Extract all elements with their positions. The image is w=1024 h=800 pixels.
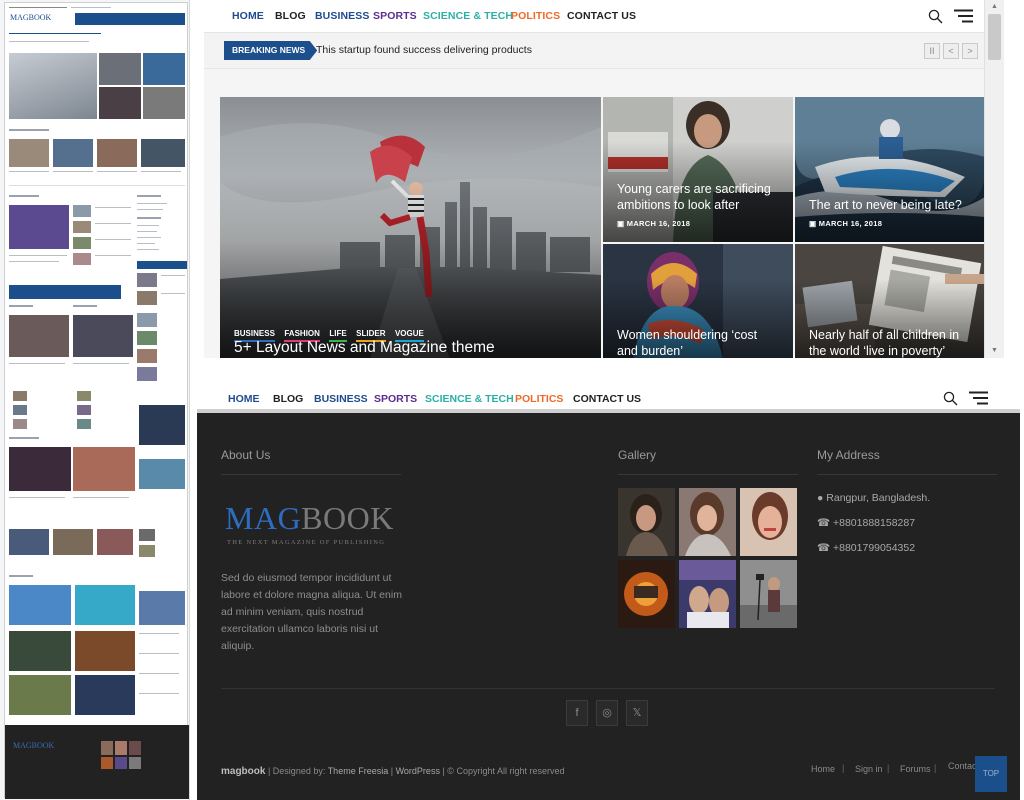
tile-1-date: ▣ MARCH 16, 2018 bbox=[617, 219, 691, 228]
footer-page-view: HOME BLOG BUSINESS SPORTS SCIENCE & TECH… bbox=[197, 380, 1020, 800]
calendar-icon: ▣ bbox=[617, 219, 627, 228]
nav-science-tech[interactable]: SCIENCE & TECH bbox=[423, 10, 513, 22]
about-us-heading: About Us bbox=[221, 448, 271, 462]
hero-title[interactable]: 5+ Layout News and Magazine theme bbox=[234, 339, 495, 357]
thumbnail-footer-logo: MAGBOOK bbox=[13, 741, 55, 750]
top-page-view: HOME BLOG BUSINESS SPORTS SCIENCE & TECH… bbox=[204, 0, 1004, 358]
nav-business[interactable]: BUSINESS bbox=[315, 10, 369, 22]
feature-tile-3[interactable]: Women shouldering ‘cost and burden’ bbox=[603, 244, 793, 358]
breaking-news-bar: BREAKING NEWS This startup found success… bbox=[204, 33, 1004, 69]
nav-contact-us[interactable]: CONTACT US bbox=[573, 393, 641, 405]
address-phone-1[interactable]: ☎ +8801888158287 bbox=[817, 517, 915, 529]
footer-link-home[interactable]: Home bbox=[811, 764, 835, 774]
footer-divider bbox=[221, 688, 995, 689]
page-thumbnail-preview: MAGBOOK MAGBOOK bbox=[0, 0, 190, 800]
divider bbox=[221, 474, 401, 475]
footer-link-separator: | bbox=[887, 763, 890, 773]
footer-link-separator: | bbox=[842, 763, 845, 773]
nav-contact-us[interactable]: CONTACT US bbox=[567, 10, 636, 22]
sticky-navigation: HOME BLOG BUSINESS SPORTS SCIENCE & TECH… bbox=[197, 380, 1020, 413]
tile-2-date: ▣ MARCH 16, 2018 bbox=[809, 219, 883, 228]
nav-business[interactable]: BUSINESS bbox=[314, 393, 368, 405]
divider bbox=[817, 474, 997, 475]
feature-tile-4[interactable]: Nearly half of all children in the world… bbox=[795, 244, 985, 358]
tile-3-caption: Women shouldering ‘cost and burden’ bbox=[617, 328, 758, 358]
phone-icon: ☎ bbox=[817, 517, 833, 529]
breaking-news-headline[interactable]: This startup found success delivering pr… bbox=[316, 44, 532, 56]
footer-link-forums[interactable]: Forums bbox=[900, 764, 931, 774]
gallery-image-6[interactable] bbox=[740, 560, 797, 628]
scroll-down-arrow-icon[interactable]: ▼ bbox=[991, 347, 998, 354]
gallery-image-1[interactable] bbox=[618, 488, 675, 556]
nav-politics[interactable]: POLITICS bbox=[515, 393, 563, 405]
back-to-top-button[interactable]: TOP bbox=[975, 756, 1007, 792]
address-phone-2[interactable]: ☎ +8801799054352 bbox=[817, 542, 915, 554]
gallery-heading: Gallery bbox=[618, 448, 657, 462]
feature-tile-2[interactable]: The art to never being late? ▣ MARCH 16,… bbox=[795, 97, 985, 242]
about-us-text: Sed do eiusmod tempor incididunt ut labo… bbox=[221, 572, 402, 652]
x-twitter-icon[interactable]: 𝕏 bbox=[626, 700, 648, 726]
ticker-next-button[interactable]: > bbox=[962, 43, 978, 59]
thumbnail-logo: MAGBOOK bbox=[10, 13, 52, 22]
tile-2-caption: The art to never being late? bbox=[809, 198, 962, 212]
hero-feature-tile[interactable]: BUSINESS FASHION LIFE SLIDER VOGUE 5+ La… bbox=[220, 97, 601, 358]
menu-icon[interactable] bbox=[967, 391, 989, 405]
divider bbox=[618, 474, 798, 475]
tile-1-caption: Young carers are sacrificing ambitions t… bbox=[617, 182, 771, 212]
scrollbar-thumb[interactable] bbox=[988, 14, 1001, 60]
nav-blog[interactable]: BLOG bbox=[273, 393, 303, 405]
search-icon[interactable] bbox=[943, 391, 958, 406]
nav-blog[interactable]: BLOG bbox=[275, 10, 306, 22]
gallery-image-3[interactable] bbox=[740, 488, 797, 556]
nav-home[interactable]: HOME bbox=[228, 393, 260, 405]
map-marker-icon: ● bbox=[817, 492, 827, 504]
address-location: ● Rangpur, Bangladesh. bbox=[817, 492, 931, 504]
vertical-scrollbar[interactable]: ▲ ▼ bbox=[984, 0, 1004, 358]
facebook-icon[interactable]: f bbox=[566, 700, 588, 726]
footer-logo[interactable]: MAGBOOK bbox=[225, 500, 394, 537]
ticker-pause-button[interactable]: II bbox=[924, 43, 940, 59]
nav-sports[interactable]: SPORTS bbox=[373, 10, 417, 22]
gallery-image-2[interactable] bbox=[679, 488, 736, 556]
thumbnail-page: MAGBOOK MAGBOOK bbox=[4, 2, 189, 799]
nav-home[interactable]: HOME bbox=[232, 10, 264, 22]
search-icon[interactable] bbox=[928, 9, 943, 24]
nav-science-tech[interactable]: SCIENCE & TECH bbox=[425, 393, 514, 405]
credits-wordpress-link[interactable]: WordPress bbox=[396, 766, 440, 776]
ticker-prev-button[interactable]: < bbox=[943, 43, 959, 59]
footer-logo-tagline: THE NEXT MAGAZINE OF PUBLISHING bbox=[227, 539, 386, 546]
footer-credits: magbook | Designed by: Theme Freesia | W… bbox=[221, 766, 565, 777]
credits-theme-link[interactable]: Theme Freesia bbox=[328, 766, 389, 776]
tile-4-caption: Nearly half of all children in the world… bbox=[809, 328, 960, 358]
gallery-image-4[interactable] bbox=[618, 560, 675, 628]
gallery-image-5[interactable] bbox=[679, 560, 736, 628]
scroll-up-arrow-icon[interactable]: ▲ bbox=[991, 3, 998, 10]
nav-sports[interactable]: SPORTS bbox=[374, 393, 417, 405]
calendar-icon: ▣ bbox=[809, 219, 819, 228]
menu-icon[interactable] bbox=[952, 9, 974, 23]
my-address-heading: My Address bbox=[817, 448, 880, 462]
main-navigation: HOME BLOG BUSINESS SPORTS SCIENCE & TECH… bbox=[204, 0, 1004, 33]
feature-tile-1[interactable]: Young carers are sacrificing ambitions t… bbox=[603, 97, 793, 242]
footer-link-separator: | bbox=[934, 763, 937, 773]
breaking-news-tag: BREAKING NEWS bbox=[224, 41, 318, 60]
phone-icon: ☎ bbox=[817, 542, 833, 554]
credits-brand[interactable]: magbook bbox=[221, 766, 265, 777]
instagram-icon[interactable]: ◎ bbox=[596, 700, 618, 726]
footer-link-sign-in[interactable]: Sign in bbox=[855, 764, 883, 774]
nav-politics[interactable]: POLITICS bbox=[511, 10, 560, 22]
